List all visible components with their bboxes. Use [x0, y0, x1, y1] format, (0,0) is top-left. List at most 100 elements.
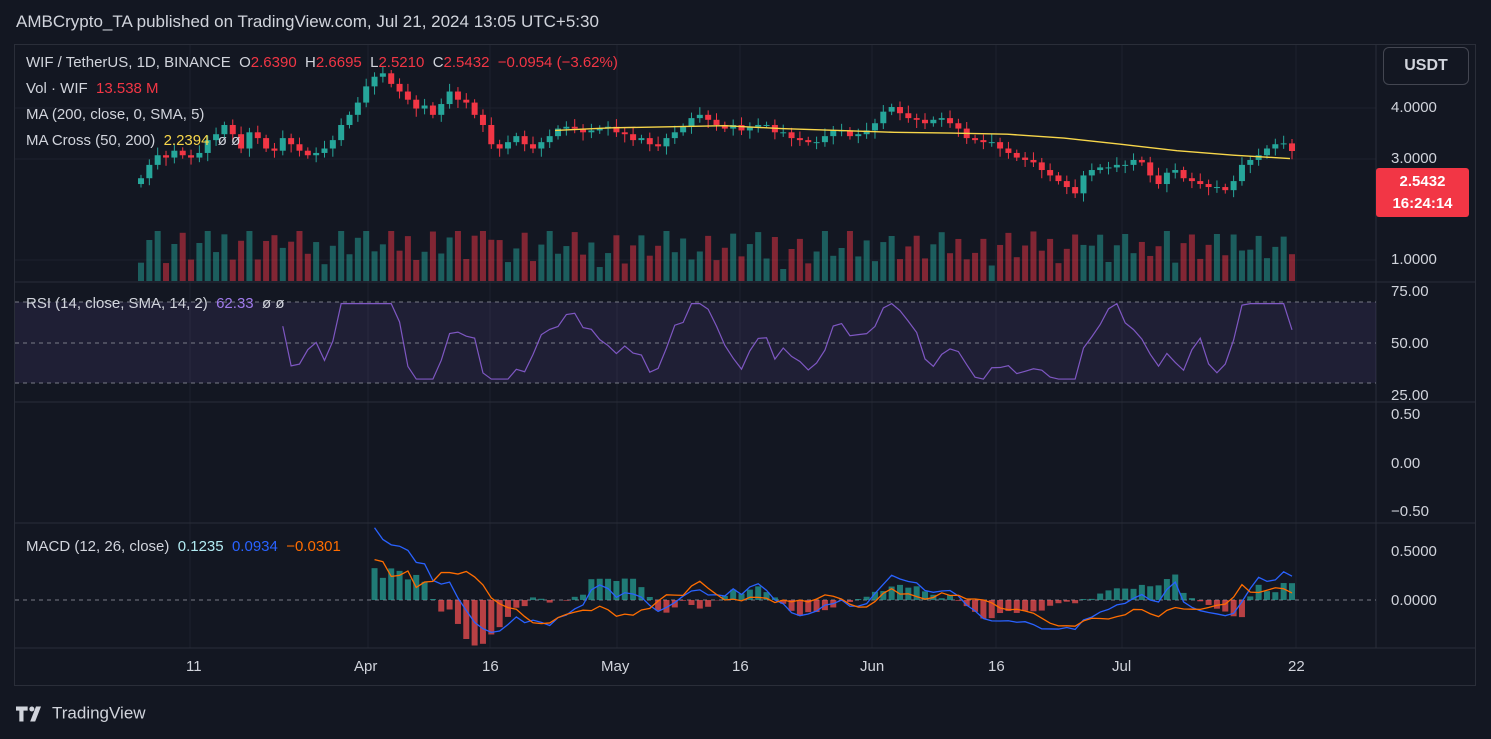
tradingview-footer[interactable]: TradingView	[16, 703, 146, 727]
price-axis-label: 3.0000	[1391, 150, 1437, 167]
macd-histogram-bar	[696, 600, 703, 609]
candle-body	[855, 134, 862, 137]
ma-cross-legend[interactable]: MA Cross (50, 200) 2.2394 ø ø	[26, 132, 240, 149]
volume-bar	[196, 243, 203, 281]
chart-canvas[interactable]	[0, 0, 1491, 739]
macd-histogram-bar	[680, 600, 687, 601]
volume-bar	[1063, 248, 1070, 281]
volume-bar	[438, 253, 445, 281]
candle-body	[196, 152, 203, 158]
macd-histogram-bar	[1038, 600, 1045, 611]
volume-bar	[671, 252, 678, 281]
volume-bar	[630, 245, 637, 281]
candle-body	[696, 114, 703, 119]
candle-body	[404, 91, 411, 100]
volume-bar	[1047, 238, 1054, 281]
mid-axis-label: 0.00	[1391, 455, 1421, 472]
candle-body	[454, 91, 461, 100]
volume-bar	[938, 232, 945, 281]
volume-bar	[1222, 255, 1229, 281]
candle-body	[1238, 164, 1245, 182]
volume-bar	[254, 259, 261, 281]
candle-body	[588, 130, 595, 133]
volume-bar	[479, 231, 486, 281]
candle-body	[1063, 181, 1070, 188]
candle-body	[972, 138, 979, 141]
symbol-title[interactable]: WIF / TetherUS, 1D, BINANCE	[26, 54, 231, 71]
candle-body	[171, 150, 178, 158]
candle-body	[188, 155, 195, 158]
candle-body	[1289, 143, 1295, 152]
candle-body	[955, 123, 962, 129]
ma-legend[interactable]: MA (200, close, 0, SMA, 5)	[26, 106, 204, 123]
candle-body	[1122, 164, 1129, 166]
candle-body	[1205, 184, 1212, 188]
macd-histogram-bar	[1047, 600, 1054, 606]
macd-histogram-bar	[1205, 600, 1212, 605]
candle-body	[788, 132, 795, 139]
volume-bar	[1255, 235, 1262, 281]
macd-histogram-bar	[846, 600, 853, 602]
volume-bar	[1147, 255, 1154, 281]
currency-button[interactable]: USDT	[1383, 47, 1469, 85]
symbol-legend: WIF / TetherUS, 1D, BINANCE O2.6390 H2.6…	[26, 54, 618, 71]
rsi-legend[interactable]: RSI (14, close, SMA, 14, 2) 62.33 ø ø	[26, 295, 284, 312]
macd-histogram-bar	[630, 578, 637, 600]
candle-body	[313, 152, 320, 156]
volume-bar	[555, 253, 562, 281]
candle-body	[1013, 152, 1020, 158]
candle-body	[471, 102, 478, 115]
macd-legend[interactable]: MACD (12, 26, close) 0.1235 0.0934 −0.03…	[26, 538, 341, 555]
volume-bar	[663, 231, 670, 281]
volume-bar	[930, 244, 937, 281]
candle-body	[1188, 178, 1195, 182]
mid-axis-label: 0.50	[1391, 406, 1421, 423]
macd-histogram-bar	[580, 594, 587, 600]
macd-histogram-bar	[538, 598, 545, 600]
time-axis-label: Jul	[1112, 658, 1132, 675]
ma-cross-value: 2.2394	[163, 132, 210, 149]
macd-histogram-bar	[638, 587, 645, 600]
candle-body	[713, 119, 720, 125]
change-value: −0.0954 (−3.62%)	[497, 54, 618, 71]
volume-bar	[338, 231, 345, 281]
price-axis-label: 1.0000	[1391, 251, 1437, 268]
volume-bar	[997, 244, 1004, 281]
candle-body	[680, 126, 687, 133]
volume-bar	[1022, 245, 1029, 281]
candle-body	[1097, 167, 1104, 171]
volume-bar	[813, 251, 820, 281]
macd-histogram-bar	[438, 600, 445, 612]
macd-histogram-bar	[1188, 598, 1195, 600]
volume-bar	[171, 244, 178, 281]
macd-histogram-bar	[521, 600, 528, 607]
macd-axis-label: 0.0000	[1391, 592, 1437, 609]
volume-bar	[521, 232, 528, 281]
volume-legend[interactable]: Vol · WIF 13.538 M	[26, 80, 159, 97]
candle-body	[1213, 187, 1220, 189]
candle-body	[888, 107, 895, 112]
candle-body	[463, 99, 470, 103]
volume-bar	[621, 263, 628, 281]
volume-bar	[980, 238, 987, 281]
volume-bar	[204, 231, 211, 281]
volume-bar	[780, 269, 787, 281]
candle-body	[621, 132, 628, 135]
candle-body	[304, 150, 311, 156]
candle-body	[396, 83, 403, 92]
volume-bar	[955, 238, 962, 281]
candle-body	[154, 155, 161, 165]
macd-histogram-bar	[913, 586, 920, 600]
volume-bar	[880, 242, 887, 281]
close-value: 2.5432	[443, 54, 490, 71]
volume-bar	[1055, 263, 1062, 281]
macd-histogram-bar	[1088, 598, 1095, 600]
volume-bar	[771, 237, 778, 281]
volume-bar	[905, 246, 912, 281]
macd-histogram-bar	[1072, 600, 1079, 604]
candle-body	[655, 144, 662, 147]
macd-histogram-bar	[596, 578, 603, 600]
volume-bar	[821, 231, 828, 281]
volume-bar	[538, 244, 545, 281]
candle-body	[363, 86, 370, 103]
